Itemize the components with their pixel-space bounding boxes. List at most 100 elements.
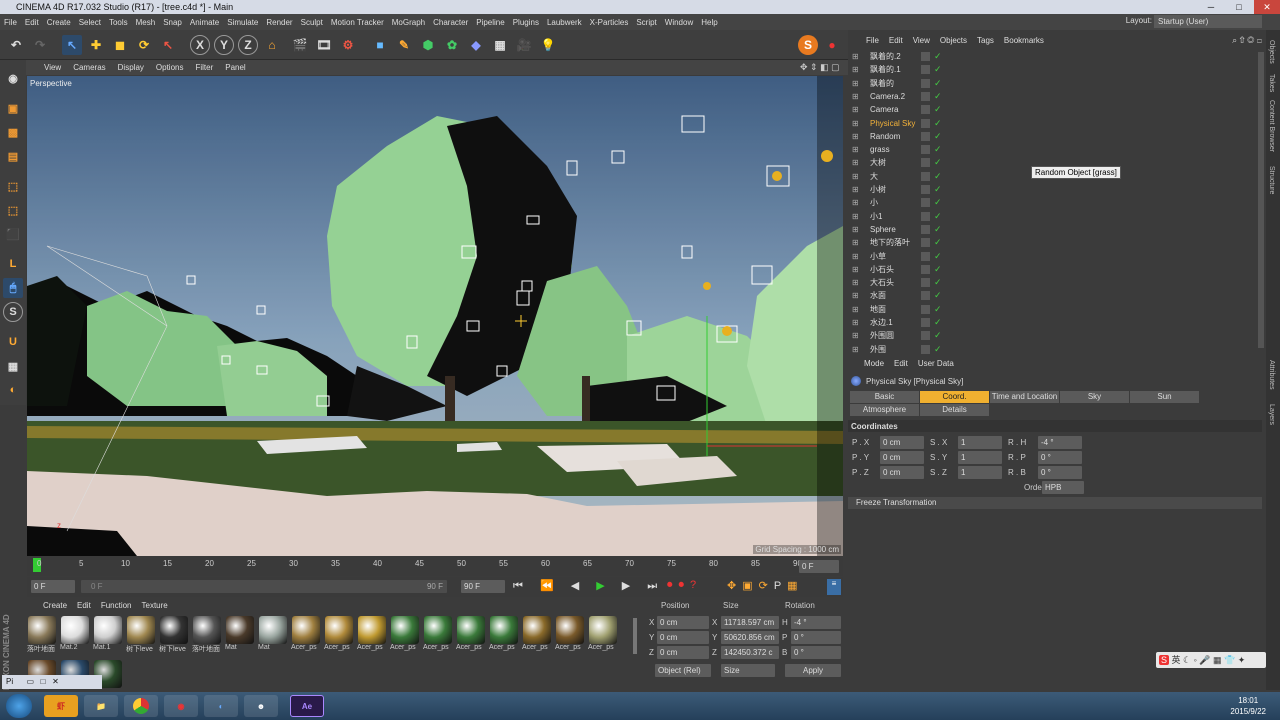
- object-row[interactable]: ⊞ 飘着的.2 ✓: [848, 50, 1258, 63]
- enabled-check-icon[interactable]: ✓: [934, 276, 942, 289]
- z-axis-lock-icon[interactable]: Z: [238, 35, 258, 55]
- enabled-check-icon[interactable]: ✓: [934, 250, 942, 263]
- object-name[interactable]: 大石头: [870, 276, 894, 289]
- position-field[interactable]: 0 cm: [657, 646, 709, 659]
- range-slider[interactable]: 0 F 90 F: [81, 580, 447, 593]
- object-name[interactable]: Camera: [870, 103, 898, 116]
- object-row[interactable]: ⊞ 小 ✓: [848, 196, 1258, 209]
- attribute-menu-user-data[interactable]: User Data: [918, 359, 954, 368]
- render-settings-icon[interactable]: ⚙: [338, 35, 358, 55]
- taskbar-explorer-icon[interactable]: 📁: [84, 695, 118, 717]
- object-menu-edit[interactable]: Edit: [889, 36, 903, 48]
- enabled-check-icon[interactable]: ✓: [934, 183, 942, 196]
- cube-icon[interactable]: ■: [370, 35, 390, 55]
- enabled-check-icon[interactable]: ✓: [934, 63, 942, 76]
- enabled-check-icon[interactable]: ✓: [934, 156, 942, 169]
- enabled-check-icon[interactable]: ✓: [934, 289, 942, 302]
- minimize-button[interactable]: ─: [1198, 0, 1224, 14]
- menu-pipeline[interactable]: Pipeline: [476, 18, 504, 27]
- material-swatch[interactable]: Mat.2: [60, 616, 90, 656]
- object-row[interactable]: ⊞ Sphere ✓: [848, 223, 1258, 236]
- object-row[interactable]: ⊞ 外围圆 ✓: [848, 329, 1258, 342]
- object-row[interactable]: ⊞ 大石头 ✓: [848, 276, 1258, 289]
- position-param-field[interactable]: 0 cm: [880, 436, 924, 449]
- attribute-menu-mode[interactable]: Mode: [864, 359, 884, 368]
- minimized-window[interactable]: Pi ▭ □ ✕: [2, 675, 102, 689]
- enabled-check-icon[interactable]: ✓: [934, 50, 942, 63]
- position-field[interactable]: 0 cm: [657, 631, 709, 644]
- material-swatch[interactable]: Acer_ps: [423, 616, 453, 656]
- menu-mesh[interactable]: Mesh: [136, 18, 156, 27]
- object-row[interactable]: ⊞ 小草 ✓: [848, 250, 1258, 263]
- size-field[interactable]: 11718.597 cm: [721, 616, 779, 629]
- x-axis-lock-icon[interactable]: X: [190, 35, 210, 55]
- object-row[interactable]: ⊞ grass ✓: [848, 143, 1258, 156]
- material-menu-texture[interactable]: Texture: [142, 601, 168, 610]
- visibility-toggle[interactable]: [921, 78, 930, 88]
- attribute-tab-sun[interactable]: Sun: [1130, 391, 1199, 403]
- rotation-param-field[interactable]: 0 °: [1038, 466, 1082, 479]
- material-swatch[interactable]: Acer_ps: [555, 616, 585, 656]
- object-name[interactable]: 大树: [870, 156, 886, 169]
- object-menu-bookmarks[interactable]: Bookmarks: [1004, 36, 1044, 48]
- menu-tools[interactable]: Tools: [109, 18, 128, 27]
- enabled-check-icon[interactable]: ✓: [934, 210, 942, 223]
- visibility-toggle[interactable]: [921, 198, 930, 208]
- object-row[interactable]: ⊞ Physical Sky ✓: [848, 117, 1258, 130]
- object-row[interactable]: ⊞ 水面 ✓: [848, 289, 1258, 302]
- taskbar-app-xunlei-icon[interactable]: 虾: [44, 695, 78, 717]
- material-swatch[interactable]: Mat: [258, 616, 288, 656]
- object-name[interactable]: Random: [870, 130, 900, 143]
- material-swatch[interactable]: 树下leve: [126, 616, 156, 656]
- visibility-toggle[interactable]: [921, 118, 930, 128]
- menu-snap[interactable]: Snap: [163, 18, 182, 27]
- object-menu-view[interactable]: View: [913, 36, 930, 48]
- enabled-check-icon[interactable]: ✓: [934, 103, 942, 116]
- attribute-tab-atmosphere[interactable]: Atmosphere: [850, 404, 919, 416]
- menu-select[interactable]: Select: [79, 18, 101, 27]
- menu-sculpt[interactable]: Sculpt: [301, 18, 323, 27]
- visibility-toggle[interactable]: [921, 105, 930, 115]
- checkerboard-icon[interactable]: ▦: [3, 356, 23, 376]
- maximize-button[interactable]: □: [1226, 0, 1252, 14]
- start-button[interactable]: [6, 694, 32, 718]
- object-name[interactable]: 地面: [870, 303, 886, 316]
- material-menu-edit[interactable]: Edit: [77, 601, 91, 610]
- enabled-check-icon[interactable]: ✓: [934, 263, 942, 276]
- menu-simulate[interactable]: Simulate: [227, 18, 258, 27]
- visibility-toggle[interactable]: [921, 251, 930, 261]
- undo-icon[interactable]: ↶: [6, 35, 26, 55]
- material-swatch[interactable]: Acer_ps: [588, 616, 618, 656]
- object-menu-tags[interactable]: Tags: [977, 36, 994, 48]
- visibility-toggle[interactable]: [921, 238, 930, 248]
- menu-plugins[interactable]: Plugins: [513, 18, 539, 27]
- timeline-toggle-icon[interactable]: ≡: [827, 579, 841, 595]
- taskbar-wechat-icon[interactable]: ☻: [244, 695, 278, 717]
- taskbar-cinema4d-icon[interactable]: ◐: [204, 695, 238, 717]
- viewport-menu-view[interactable]: View: [44, 63, 61, 72]
- visibility-toggle[interactable]: [921, 278, 930, 288]
- array-icon[interactable]: ✿: [442, 35, 462, 55]
- floor-icon[interactable]: ▦: [490, 35, 510, 55]
- object-row[interactable]: ⊞ 地面 ✓: [848, 303, 1258, 316]
- object-row[interactable]: ⊞ 地下的落叶 ✓: [848, 236, 1258, 249]
- viewport-menu-filter[interactable]: Filter: [195, 63, 213, 72]
- axis-mode-icon[interactable]: L: [3, 254, 23, 274]
- material-menu-function[interactable]: Function: [101, 601, 132, 610]
- viewport-menu-display[interactable]: Display: [118, 63, 144, 72]
- make-editable-icon[interactable]: ◉: [3, 68, 23, 88]
- taskbar-after-effects-icon[interactable]: Ae: [290, 695, 324, 717]
- visibility-toggle[interactable]: [921, 211, 930, 221]
- edges-mode-icon[interactable]: ⬚: [3, 200, 23, 220]
- menu-animate[interactable]: Animate: [190, 18, 219, 27]
- enabled-check-icon[interactable]: ✓: [934, 236, 942, 249]
- magnet-icon[interactable]: U: [3, 332, 23, 352]
- points-mode-icon[interactable]: ⬚: [3, 176, 23, 196]
- object-name[interactable]: 水边.1: [870, 316, 893, 329]
- object-row[interactable]: ⊞ Camera.2 ✓: [848, 90, 1258, 103]
- tweak-mode-icon[interactable]: 🖱: [3, 278, 23, 298]
- snapping-icon[interactable]: S: [3, 302, 23, 322]
- attribute-tab-coord-[interactable]: Coord.: [920, 391, 989, 403]
- material-swatch[interactable]: 树下leve: [159, 616, 189, 656]
- object-name[interactable]: 小石头: [870, 263, 894, 276]
